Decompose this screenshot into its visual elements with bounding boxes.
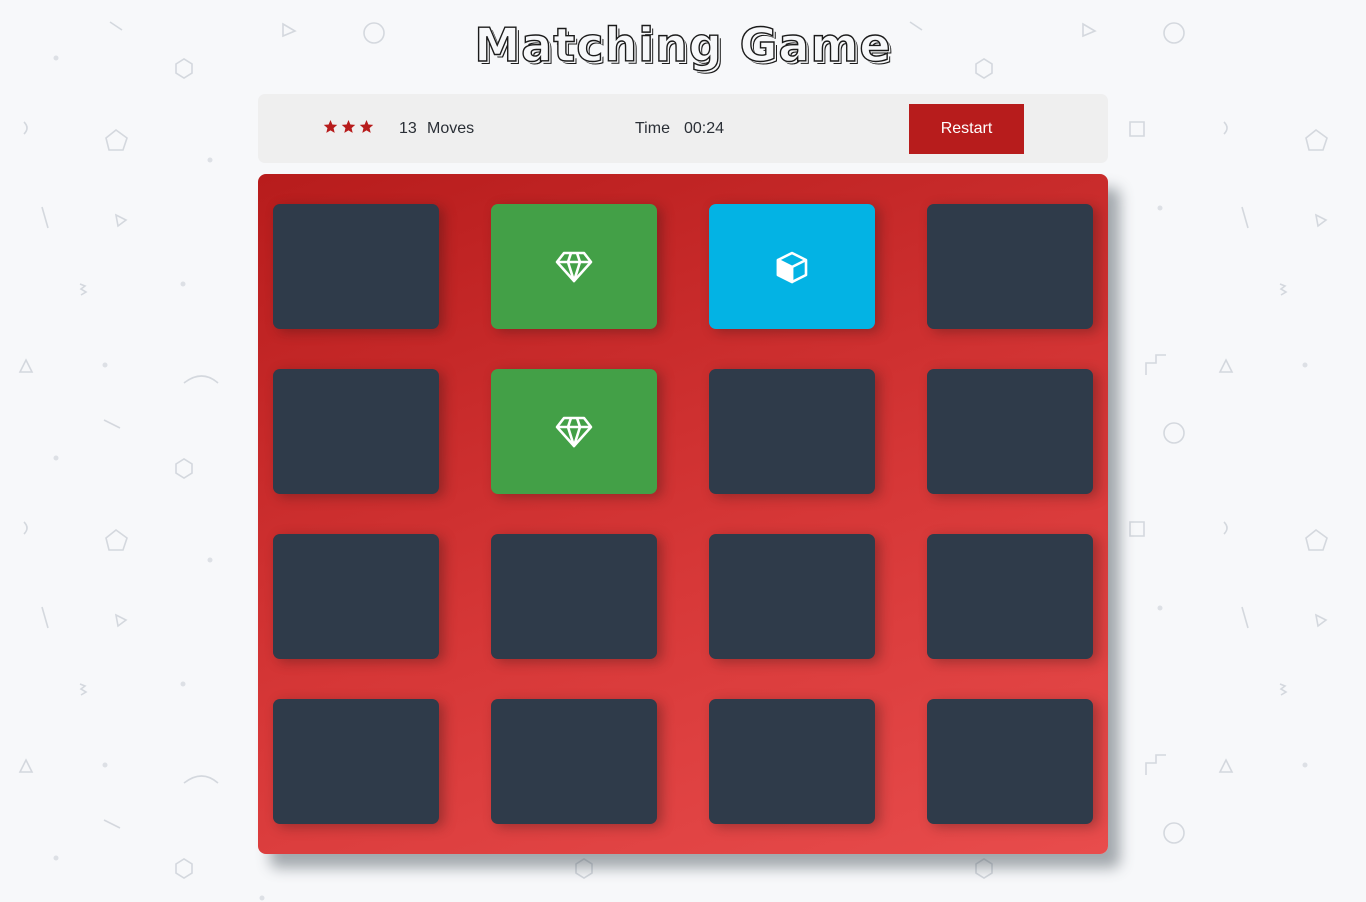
card-hidden[interactable] bbox=[927, 699, 1093, 824]
card-hidden[interactable] bbox=[273, 369, 439, 494]
card-hidden[interactable] bbox=[709, 369, 875, 494]
card-hidden[interactable] bbox=[273, 534, 439, 659]
star-icon bbox=[341, 119, 356, 133]
card-hidden[interactable] bbox=[927, 534, 1093, 659]
card-match[interactable] bbox=[491, 204, 657, 329]
star-icon bbox=[323, 119, 338, 133]
card-hidden[interactable] bbox=[709, 534, 875, 659]
card-hidden[interactable] bbox=[927, 204, 1093, 329]
moves-count: 13 bbox=[399, 120, 417, 137]
restart-button[interactable]: Restart bbox=[909, 104, 1024, 154]
score-panel: 13 Moves Time 00:24 Restart bbox=[258, 94, 1108, 163]
game-header: Matching Game bbox=[0, 14, 1366, 76]
card-hidden[interactable] bbox=[491, 699, 657, 824]
star-rating bbox=[323, 119, 374, 134]
card-hidden[interactable] bbox=[927, 369, 1093, 494]
game-title: Matching Game bbox=[474, 17, 892, 72]
time-label: Time bbox=[635, 120, 670, 137]
card-hidden[interactable] bbox=[273, 699, 439, 824]
cube-icon bbox=[775, 250, 809, 284]
timer-value: 00:24 bbox=[684, 120, 725, 137]
diamond-icon bbox=[554, 250, 594, 284]
card-match[interactable] bbox=[491, 369, 657, 494]
star-icon bbox=[359, 119, 374, 133]
card-hidden[interactable] bbox=[273, 204, 439, 329]
card-hidden[interactable] bbox=[491, 534, 657, 659]
card-deck bbox=[258, 174, 1108, 854]
moves-label: Moves bbox=[427, 120, 475, 137]
card-open[interactable] bbox=[709, 204, 875, 329]
diamond-icon bbox=[554, 415, 594, 449]
card-hidden[interactable] bbox=[709, 699, 875, 824]
